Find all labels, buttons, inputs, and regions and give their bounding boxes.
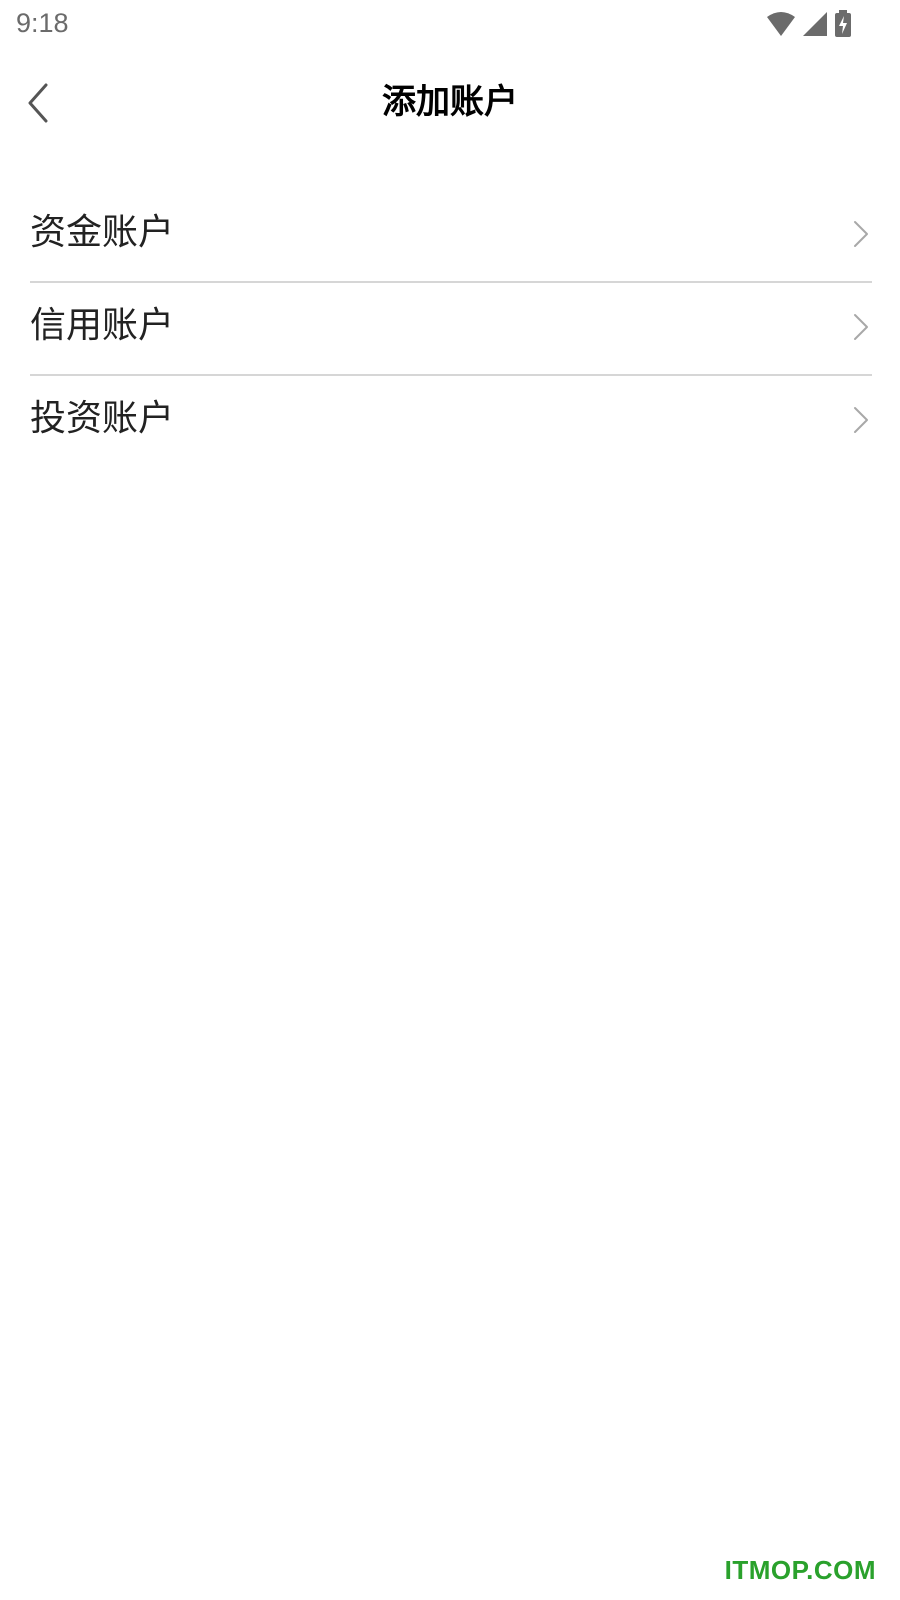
list-item-investment-account[interactable]: 投资账户 [30, 376, 872, 467]
cellular-signal-icon [803, 12, 827, 36]
list-item-fund-account[interactable]: 资金账户 [30, 190, 872, 283]
nav-bar: 添加账户 [0, 66, 900, 140]
chevron-right-icon [854, 221, 868, 247]
chevron-right-icon [854, 407, 868, 433]
list-item-label: 信用账户 [30, 304, 175, 346]
account-list: 资金账户 信用账户 投资账户 [30, 190, 872, 467]
watermark: ITMOP.COM [724, 1555, 876, 1585]
wifi-icon [767, 12, 795, 36]
chevron-right-icon [854, 314, 868, 340]
list-item-label: 资金账户 [30, 211, 175, 253]
page-title: 添加账户 [382, 82, 518, 122]
status-time: 9:18 [16, 8, 69, 38]
list-item-label: 投资账户 [30, 397, 175, 439]
status-bar: 9:18 [0, 0, 900, 50]
list-item-credit-account[interactable]: 信用账户 [30, 283, 872, 376]
battery-charging-icon [835, 10, 851, 37]
status-icons [766, 9, 852, 39]
